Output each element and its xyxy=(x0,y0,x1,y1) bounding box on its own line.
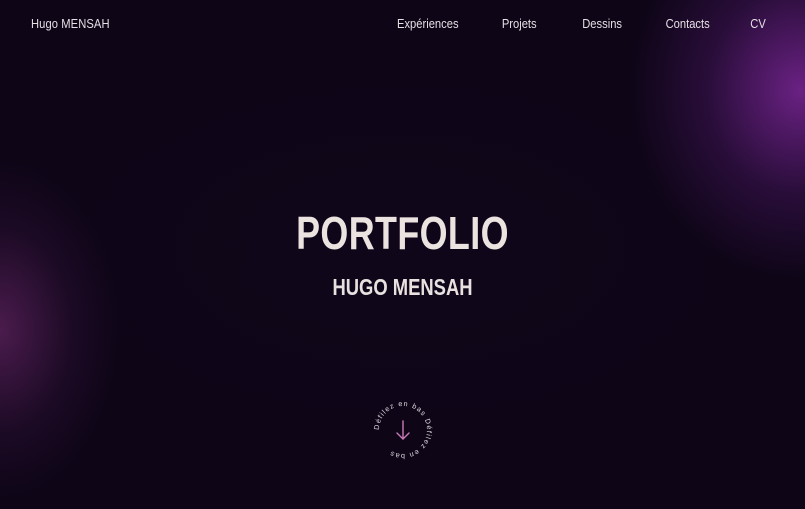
scroll-down-badge: Défilez en bas Défilez en bas xyxy=(372,399,433,461)
nav-link-contacts[interactable]: Contacts xyxy=(666,16,710,31)
scroll-down-button[interactable]: Défilez en bas Défilez en bas xyxy=(372,399,434,461)
brand-name-link[interactable]: Hugo MENSAH xyxy=(31,16,110,31)
top-navigation-bar: Hugo MENSAH Expériences Projets Dessins … xyxy=(0,0,805,48)
nav-link-experiences[interactable]: Expériences xyxy=(397,16,459,31)
nav-link-cv[interactable]: CV xyxy=(750,16,766,31)
nav-link-drawings[interactable]: Dessins xyxy=(582,16,622,31)
hero-subtitle: HUGO MENSAH xyxy=(332,274,473,300)
hero-title: PORTFOLIO xyxy=(296,207,509,259)
nav-link-projects[interactable]: Projets xyxy=(502,16,537,31)
portfolio-page: Hugo MENSAH Expériences Projets Dessins … xyxy=(0,0,805,509)
arrow-down-icon xyxy=(396,420,410,440)
